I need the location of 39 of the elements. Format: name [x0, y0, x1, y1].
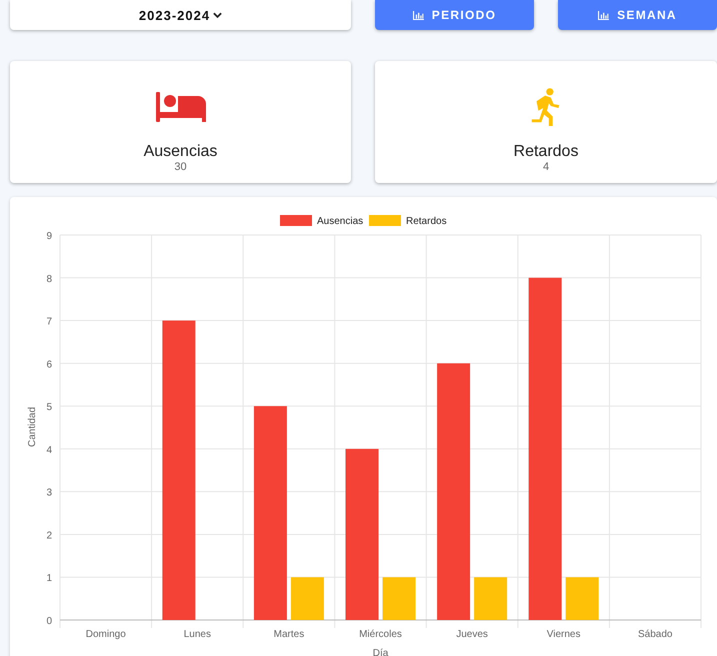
y-axis-title: Cantidad	[27, 406, 38, 448]
chart-button[interactable]: SEMANA	[558, 0, 717, 30]
y-tick-label: 4	[46, 444, 52, 456]
y-tick-label: 7	[46, 316, 52, 328]
x-tick-label: Sábado	[638, 629, 672, 640]
runner-icon	[530, 88, 562, 126]
bed-icon	[156, 92, 206, 122]
year-select[interactable]: 2023-2024	[10, 0, 351, 30]
bar-chart-icon	[598, 10, 610, 20]
bar	[290, 577, 324, 620]
stat-label: Retardos	[514, 142, 578, 161]
legend-swatch	[280, 215, 312, 226]
y-tick-label: 1	[46, 573, 52, 584]
bar	[566, 577, 599, 620]
stat-value: 4	[542, 161, 550, 173]
x-tick-label: Viernes	[546, 629, 580, 640]
y-tick-label: 6	[46, 359, 52, 370]
x-axis-title: Día	[372, 648, 388, 656]
y-tick-label: 9	[46, 231, 52, 242]
y-tick-label: 3	[46, 488, 52, 499]
x-tick-label: Miércoles	[359, 629, 402, 640]
legend-label: Retardos	[406, 216, 447, 227]
x-tick-label: Domingo	[86, 629, 126, 640]
bar	[474, 577, 508, 620]
y-tick-label: 2	[46, 530, 52, 542]
x-tick-label: Jueves	[456, 629, 488, 640]
x-tick-label: Martes	[274, 629, 304, 640]
y-tick-label: 0	[46, 616, 52, 627]
bar-chart-icon	[412, 10, 424, 20]
stat-label: Ausencias	[144, 142, 218, 161]
y-tick-label: 5	[46, 402, 52, 414]
chart-button[interactable]: PERIODO	[375, 0, 534, 30]
y-tick-label: 8	[46, 274, 52, 285]
stat-value: 30	[174, 161, 187, 173]
bar	[382, 577, 416, 620]
x-tick-label: Lunes	[184, 629, 211, 640]
legend-label: Ausencias	[317, 216, 364, 227]
legend-swatch	[369, 215, 401, 226]
chevron-down-icon	[213, 12, 222, 18]
